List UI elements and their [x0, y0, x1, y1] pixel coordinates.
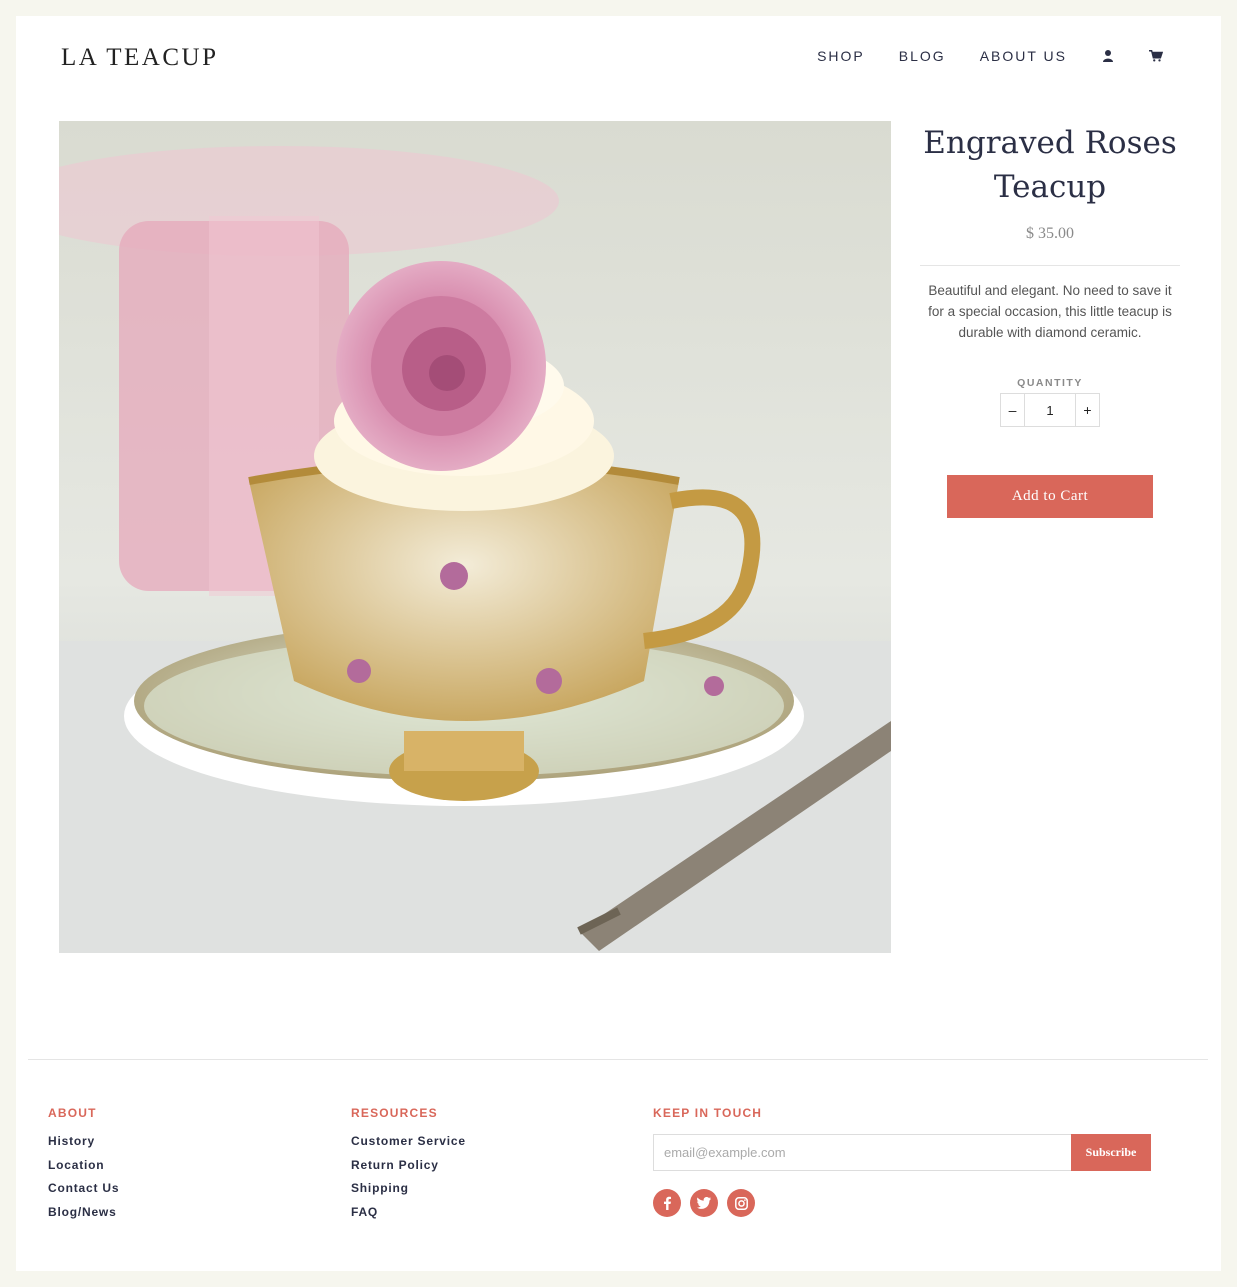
- product-image: [59, 121, 891, 953]
- product-details: Engraved Roses Teacup $ 35.00 Beautiful …: [920, 121, 1180, 518]
- user-icon[interactable]: [1101, 49, 1115, 63]
- footer-link-blog-news[interactable]: Blog/News: [48, 1205, 117, 1219]
- nav-shop[interactable]: SHOP: [817, 48, 865, 64]
- divider: [920, 265, 1180, 266]
- footer-about-heading: ABOUT: [48, 1106, 97, 1120]
- cart-icon[interactable]: [1149, 49, 1163, 63]
- add-to-cart-button[interactable]: Add to Cart: [947, 475, 1153, 518]
- social-links: [653, 1189, 1153, 1217]
- quantity-stepper: – +: [1000, 393, 1100, 427]
- nav-about-us[interactable]: ABOUT US: [980, 48, 1067, 64]
- newsletter-form: Subscribe: [653, 1134, 1153, 1171]
- instagram-icon[interactable]: [727, 1189, 755, 1217]
- quantity-input[interactable]: [1025, 394, 1075, 426]
- teacup-photo: [59, 121, 891, 953]
- main-nav: SHOP BLOG ABOUT US: [783, 48, 1163, 64]
- footer-about: ABOUT History Location Contact Us Blog/N…: [48, 1106, 119, 1228]
- product-title: Engraved Roses Teacup: [923, 125, 1177, 205]
- footer-link-faq[interactable]: FAQ: [351, 1205, 378, 1219]
- footer-link-contact-us[interactable]: Contact Us: [48, 1181, 119, 1195]
- footer-link-return-policy[interactable]: Return Policy: [351, 1158, 439, 1172]
- nav-blog[interactable]: BLOG: [899, 48, 946, 64]
- email-input[interactable]: [653, 1134, 1071, 1171]
- product-price: $ 35.00: [1026, 225, 1074, 242]
- footer-link-location[interactable]: Location: [48, 1158, 104, 1172]
- quantity-increase-button[interactable]: +: [1075, 394, 1099, 426]
- quantity-label: QUANTITY: [1017, 377, 1083, 389]
- quantity-decrease-button[interactable]: –: [1001, 394, 1025, 426]
- product-description: Beautiful and elegant. No need to save i…: [928, 283, 1172, 340]
- footer-keep-in-touch-heading: KEEP IN TOUCH: [653, 1106, 763, 1120]
- footer-link-shipping[interactable]: Shipping: [351, 1181, 409, 1195]
- footer-link-history[interactable]: History: [48, 1134, 95, 1148]
- subscribe-button[interactable]: Subscribe: [1071, 1134, 1151, 1171]
- footer-divider: [28, 1059, 1208, 1060]
- footer-link-customer-service[interactable]: Customer Service: [351, 1134, 466, 1148]
- twitter-icon[interactable]: [690, 1189, 718, 1217]
- footer-resources-heading: RESOURCES: [351, 1106, 438, 1120]
- page-frame: LA TEACUP SHOP BLOG ABOUT US Engraved Ro…: [16, 16, 1221, 1271]
- footer-keep-in-touch: KEEP IN TOUCH Subscribe: [653, 1106, 1153, 1217]
- facebook-icon[interactable]: [653, 1189, 681, 1217]
- site-logo[interactable]: LA TEACUP: [61, 44, 218, 72]
- footer-resources: RESOURCES Customer Service Return Policy…: [351, 1106, 466, 1228]
